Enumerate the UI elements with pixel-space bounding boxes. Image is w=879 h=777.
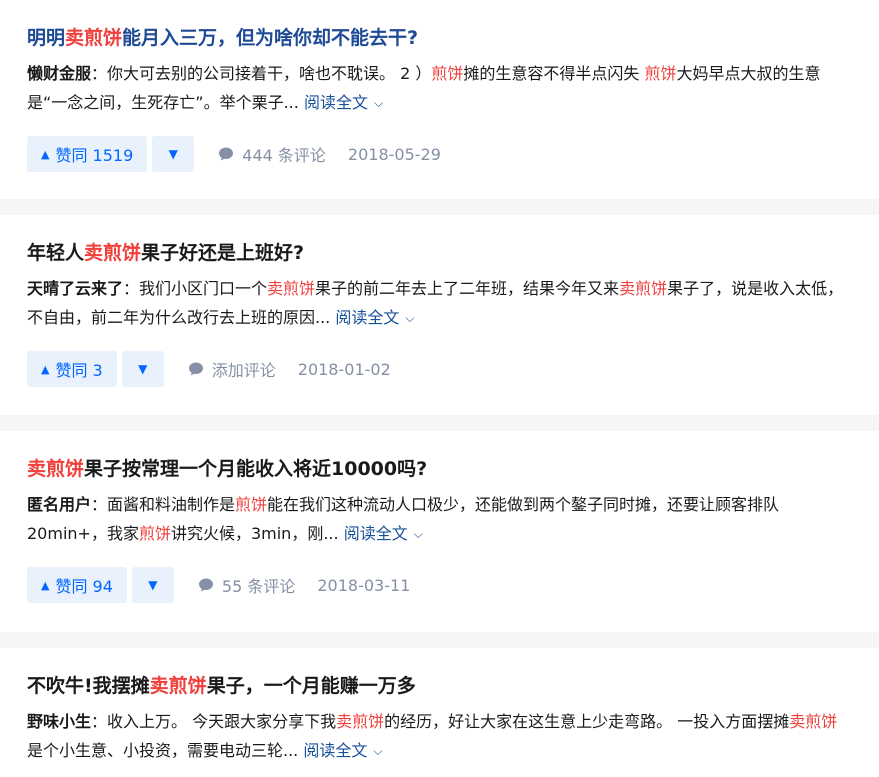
answer-excerpt[interactable]: 天晴了云来了：我们小区门口一个卖煎饼果子的前二年去上了二年班，结果今年又来卖煎饼…: [27, 274, 851, 333]
comment-button[interactable]: 55 条评论: [198, 573, 295, 597]
chevron-down-icon: ⌵: [413, 527, 423, 541]
triangle-up-icon: ▲: [41, 147, 50, 161]
action-bar: ▲ 赞同 1519 ▼ 444 条评论 2018-05-29: [27, 136, 851, 172]
triangle-down-icon: ▼: [138, 362, 148, 376]
downvote-button[interactable]: ▼: [152, 136, 195, 172]
author-name[interactable]: 懒财金服: [27, 64, 91, 83]
author-name[interactable]: 野味小生: [27, 712, 91, 731]
question-title[interactable]: 年轻人卖煎饼果子好还是上班好?: [27, 215, 851, 267]
answer-date: 2018-03-11: [317, 575, 411, 595]
read-more-link[interactable]: 阅读全文 ⌵: [335, 308, 414, 327]
answer-date: 2018-01-02: [297, 359, 391, 379]
keyword-highlight: 卖煎饼: [149, 675, 207, 697]
answer-date: 2018-05-29: [347, 144, 441, 164]
comment-icon: [218, 146, 234, 162]
downvote-button[interactable]: ▼: [121, 351, 164, 387]
chevron-down-icon: ⌵: [373, 744, 383, 758]
triangle-up-icon: ▲: [41, 362, 50, 376]
answer-card: 明明卖煎饼能月入三万，但为啥你却不能去干? 懒财金服：你大可去别的公司接着干，啥…: [0, 0, 879, 199]
read-more-link[interactable]: 阅读全文 ⌵: [344, 524, 423, 543]
answer-card: 卖煎饼果子按常理一个月能收入将近10000吗? 匿名用户：面酱和料油制作是煎饼能…: [0, 431, 879, 632]
comment-icon: [188, 361, 204, 377]
action-bar: ▲ 赞同 94 ▼ 55 条评论 2018-03-11: [27, 567, 851, 603]
keyword-highlight: 卖煎饼: [27, 458, 85, 480]
comment-icon: [198, 577, 214, 593]
answer-excerpt[interactable]: 懒财金服：你大可去别的公司接着干，啥也不耽误。 2 ）煎饼摊的生意容不得半点闪失…: [27, 59, 851, 118]
read-more-link[interactable]: 阅读全文 ⌵: [303, 741, 382, 760]
chevron-down-icon: ⌵: [405, 311, 415, 325]
upvote-button[interactable]: ▲ 赞同 3: [27, 351, 117, 387]
question-title[interactable]: 明明卖煎饼能月入三万，但为啥你却不能去干?: [27, 0, 851, 52]
triangle-up-icon: ▲: [41, 578, 50, 592]
comment-button[interactable]: 444 条评论: [218, 142, 326, 166]
read-more-link[interactable]: 阅读全文 ⌵: [304, 93, 383, 112]
upvote-button[interactable]: ▲ 赞同 94: [27, 567, 127, 603]
keyword-highlight: 卖煎饼: [65, 27, 123, 49]
answer-excerpt[interactable]: 匿名用户：面酱和料油制作是煎饼能在我们这种流动人口极少，还能做到两个鏊子同时摊，…: [27, 490, 851, 549]
author-name[interactable]: 天晴了云来了: [27, 279, 123, 298]
question-title[interactable]: 卖煎饼果子按常理一个月能收入将近10000吗?: [27, 431, 851, 483]
answer-card: 年轻人卖煎饼果子好还是上班好? 天晴了云来了：我们小区门口一个卖煎饼果子的前二年…: [0, 215, 879, 415]
action-bar: ▲ 赞同 3 ▼ 添加评论 2018-01-02: [27, 351, 851, 387]
comment-button[interactable]: 添加评论: [188, 357, 276, 381]
author-name[interactable]: 匿名用户: [27, 495, 91, 514]
downvote-button[interactable]: ▼: [131, 567, 174, 603]
answer-card: 不吹牛!我摆摊卖煎饼果子，一个月能赚一万多 野味小生：收入上万。 今天跟大家分享…: [0, 648, 879, 777]
chevron-down-icon: ⌵: [373, 96, 384, 110]
question-title[interactable]: 不吹牛!我摆摊卖煎饼果子，一个月能赚一万多: [27, 648, 851, 700]
upvote-button[interactable]: ▲ 赞同 1519: [27, 136, 148, 172]
keyword-highlight: 卖煎饼: [84, 242, 142, 264]
triangle-down-icon: ▼: [168, 147, 178, 161]
answer-excerpt[interactable]: 野味小生：收入上万。 今天跟大家分享下我卖煎饼的经历，好让大家在这生意上少走弯路…: [27, 707, 851, 766]
triangle-down-icon: ▼: [148, 578, 158, 592]
